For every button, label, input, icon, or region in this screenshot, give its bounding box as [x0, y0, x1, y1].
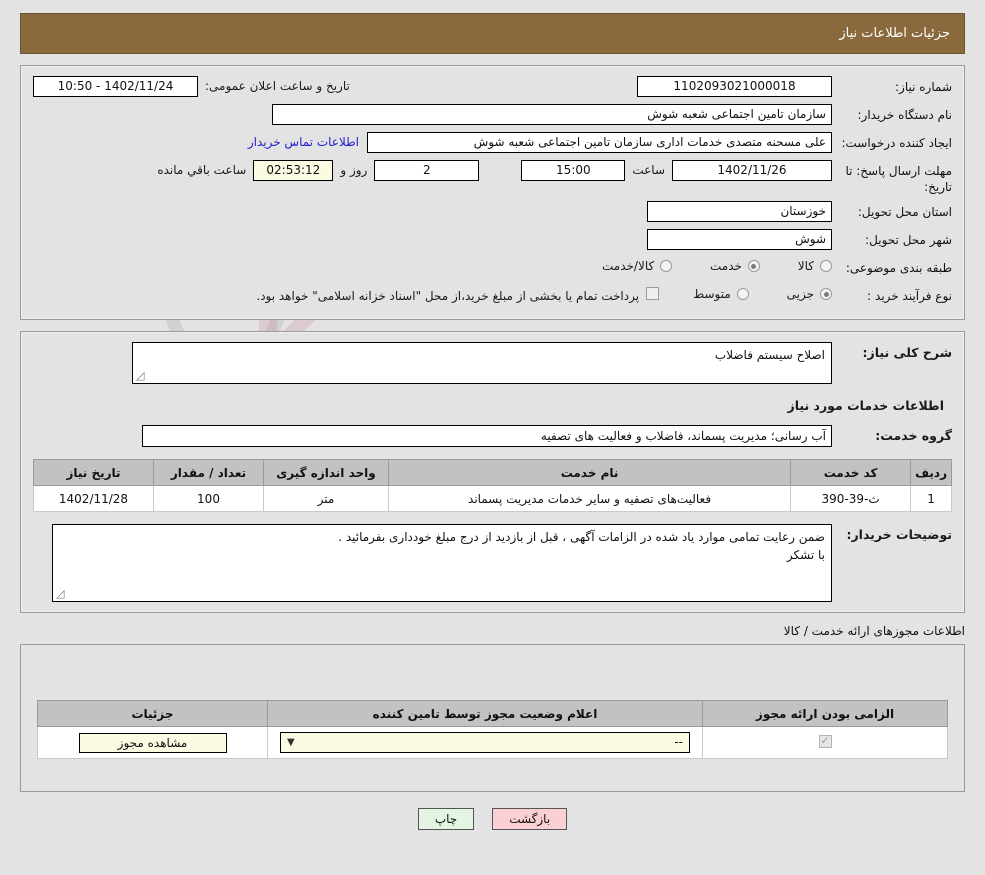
countdown-timer-field: 02:53:12	[253, 160, 334, 181]
permits-section-title: اطلاعات مجوزهای ارائه خدمت / کالا	[783, 624, 965, 639]
buyer-notes-textarea[interactable]: ضمن رعایت تمامی موارد یاد شده در الزامات…	[52, 524, 832, 603]
resize-grip-icon[interactable]: ◺	[136, 369, 146, 382]
table-row: ▼ -- مشاهده مجوز	[37, 726, 948, 760]
category-option-label: خدمت	[710, 259, 742, 274]
general-description-value: اصلاح سیستم فاضلاب	[714, 348, 825, 363]
column-header-name: نام خدمت	[387, 459, 792, 487]
print-button[interactable]: چاپ	[417, 808, 475, 831]
column-header-unit: واحد اندازه گیری	[263, 459, 389, 487]
request-creator-label: ایجاد کننده درخواست:	[841, 136, 952, 150]
row-need-number: شماره نیاز: 1102093021000018 تاریخ و ساع…	[33, 76, 952, 98]
buyer-contact-link[interactable]: اطلاعات تماس خریدار	[248, 132, 367, 149]
row-response-deadline: مهلت ارسال پاسخ: تا تاریخ: 1402/11/26 سا…	[33, 160, 952, 195]
buyer-notes-label: توضیحات خریدار:	[846, 527, 952, 543]
cell-permit-status: ▼ --	[267, 726, 703, 760]
delivery-city-field[interactable]: شوش	[647, 229, 832, 251]
resize-grip-icon[interactable]: ◺	[56, 587, 66, 600]
announce-datetime-field[interactable]: 1402/11/24 - 10:50	[33, 76, 198, 97]
treasury-bond-note: پرداخت تمام یا بخشی از مبلغ خرید،از محل …	[256, 289, 640, 304]
general-description-textarea[interactable]: اصلاح سیستم فاضلاب ◺	[132, 342, 832, 385]
page-header-bar: جزئیات اطلاعات نیاز	[20, 13, 965, 54]
category-option-label: کالا/خدمت	[602, 259, 655, 274]
category-radio-goods-service[interactable]: کالا/خدمت	[602, 259, 673, 274]
radio-icon-selected[interactable]	[747, 260, 760, 273]
cell-need-date: 1402/11/28	[33, 485, 154, 513]
need-info-panel: شماره نیاز: 1102093021000018 تاریخ و ساع…	[20, 65, 965, 321]
permits-panel: الزامی بودن ارائه مجوز اعلام وضعیت مجوز …	[20, 644, 965, 793]
need-number-label: شماره نیاز:	[895, 80, 952, 94]
need-number-field[interactable]: 1102093021000018	[637, 76, 832, 97]
radio-icon-selected[interactable]	[820, 288, 832, 301]
subject-category-label: طبقه بندی موضوعی:	[845, 261, 952, 276]
days-label: روز و	[340, 163, 368, 177]
delivery-province-field[interactable]: خوزستان	[647, 201, 832, 223]
column-header-need-date: تاریخ نیاز	[33, 459, 154, 487]
cell-row-number: 1	[910, 485, 952, 513]
hour-label: ساعت	[632, 163, 665, 177]
cell-quantity: 100	[153, 485, 264, 513]
radio-icon[interactable]	[820, 260, 832, 273]
buyer-notes-line-1: ضمن رعایت تمامی موارد یاد شده در الزامات…	[338, 530, 825, 545]
buyer-notes-line-2: با تشکر	[786, 548, 825, 563]
cell-unit: متر	[263, 485, 389, 513]
row-delivery-province: استان محل تحویل: خوزستان	[33, 201, 952, 223]
footer-actions: بازگشت چاپ	[0, 808, 985, 831]
row-buyer-org: نام دستگاه خریدار: سازمان تامین اجتماعی …	[33, 104, 952, 126]
process-option-label: جزیی	[786, 287, 814, 302]
chevron-down-icon: ▼	[287, 737, 295, 749]
request-creator-field[interactable]: علی مسحنه متصدی خدمات اداری سازمان تامین…	[367, 132, 832, 153]
column-header-permit-status: اعلام وضعیت مجوز توسط تامین کننده	[267, 700, 703, 728]
cell-service-code: ث-39-390	[790, 485, 912, 513]
permit-status-value: --	[674, 735, 683, 750]
row-delivery-city: شهر محل تحویل: شوش	[33, 229, 952, 251]
deadline-time-field[interactable]: 15:00	[521, 160, 626, 181]
permit-required-checkbox-icon	[818, 734, 832, 748]
radio-icon[interactable]	[736, 288, 749, 301]
buyer-org-field[interactable]: سازمان تامین اجتماعی شعبه شوش	[272, 104, 832, 125]
buyer-org-label: نام دستگاه خریدار:	[857, 108, 953, 122]
table-header-row: الزامی بودن ارائه مجوز اعلام وضعیت مجوز …	[37, 700, 948, 728]
row-subject-category: طبقه بندی موضوعی: کالا خدمت کالا/خدمت	[33, 257, 952, 279]
category-option-label: کالا	[797, 259, 814, 274]
category-radio-goods[interactable]: کالا	[798, 259, 832, 273]
category-radio-service[interactable]: خدمت	[710, 259, 760, 273]
response-deadline-label: مهلت ارسال پاسخ: تا تاریخ:	[845, 164, 952, 195]
cell-service-name: فعالیت‌های تصفیه و سایر خدمات مدیریت پسم…	[387, 485, 792, 513]
delivery-province-label: استان محل تحویل:	[857, 205, 952, 220]
column-header-permit-required: الزامی بودن ارائه مجوز	[702, 700, 948, 728]
column-header-code: کد خدمت	[790, 459, 912, 487]
column-header-permit-details: جزئیات	[37, 700, 268, 728]
column-header-quantity: تعداد / مقدار	[153, 459, 264, 487]
process-option-label: متوسط	[693, 287, 731, 302]
remaining-hours-label: ساعت باقي مانده	[157, 163, 247, 177]
process-radio-medium[interactable]: متوسط	[693, 287, 749, 301]
cell-permit-required	[702, 726, 948, 760]
treasury-bond-checkbox[interactable]	[646, 287, 660, 301]
row-request-creator: ایجاد کننده درخواست: علی مسحنه متصدی خدم…	[33, 132, 952, 154]
back-button[interactable]: بازگشت	[492, 808, 568, 831]
service-details-panel: شرح کلی نیاز: اصلاح سیستم فاضلاب ◺ اطلاع…	[20, 331, 965, 614]
purchase-process-label: نوع فرآیند خرید :	[867, 289, 952, 304]
services-section-title: اطلاعات خدمات مورد نیاز	[787, 398, 945, 414]
page-root: K AriaTender.net جزئیات اطلاعات نیاز شما…	[0, 13, 985, 875]
column-header-row: ردیف	[910, 459, 952, 487]
radio-icon[interactable]	[660, 260, 673, 273]
delivery-city-label: شهر محل تحویل:	[865, 233, 952, 248]
permits-table: الزامی بودن ارائه مجوز اعلام وضعیت مجوز …	[37, 700, 948, 760]
view-permit-button[interactable]: مشاهده مجوز	[78, 732, 227, 753]
announce-datetime-label: تاریخ و ساعت اعلان عمومی:	[205, 79, 350, 93]
deadline-date-field[interactable]: 1402/11/26	[672, 160, 832, 181]
general-description-label: شرح کلی نیاز:	[862, 345, 952, 361]
process-radio-minor[interactable]: جزیی	[787, 287, 832, 301]
remaining-days-field: 2	[374, 160, 480, 181]
permit-status-select[interactable]: ▼ --	[280, 732, 690, 754]
cell-permit-details: مشاهده مجوز	[37, 726, 268, 760]
page-title: جزئیات اطلاعات نیاز	[839, 26, 950, 41]
table-row: 1 ث-39-390 فعالیت‌های تصفیه و سایر خدمات…	[33, 485, 952, 513]
table-header-row: ردیف کد خدمت نام خدمت واحد اندازه گیری ت…	[33, 459, 952, 487]
service-group-field[interactable]: آب رسانی؛ مدیریت پسماند، فاضلاب و فعالیت…	[142, 425, 832, 448]
service-items-table: ردیف کد خدمت نام خدمت واحد اندازه گیری ت…	[33, 459, 952, 513]
service-group-label: گروه خدمت:	[875, 428, 952, 444]
row-purchase-process: نوع فرآیند خرید : جزیی متوسط پرداخت تمام…	[33, 285, 952, 307]
